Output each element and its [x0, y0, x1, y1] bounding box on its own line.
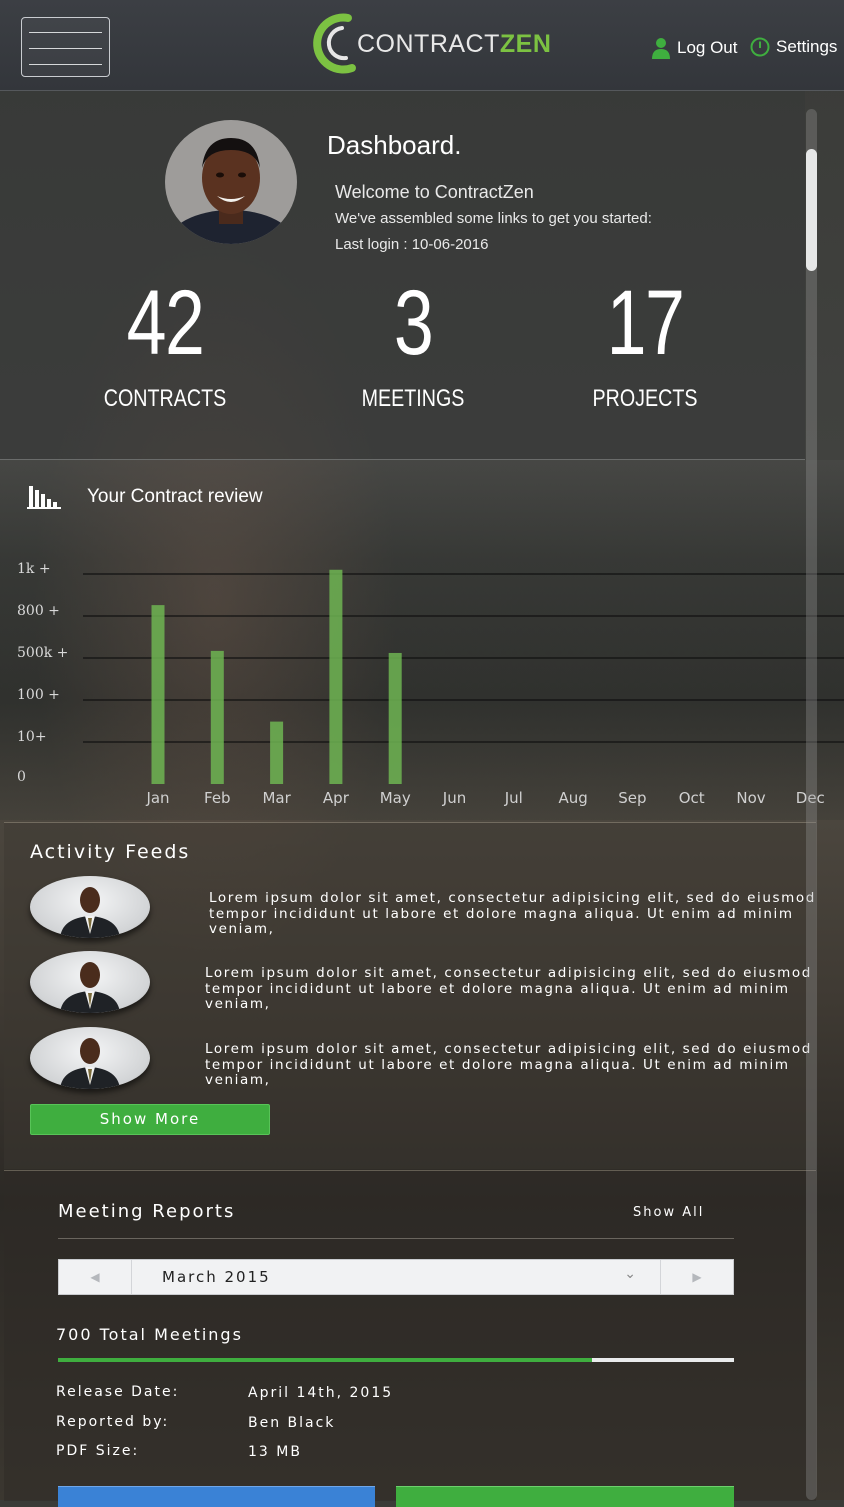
chart-bar[interactable] [270, 721, 284, 784]
meeting-reports-title: Meeting Reports [58, 1201, 236, 1222]
user-icon [652, 38, 670, 59]
stat-projects-label: PROJECTS [592, 385, 698, 412]
feed-text: Lorem ipsum dolor sit amet, consectetur … [209, 890, 816, 937]
activity-feed-item[interactable]: Lorem ipsum dolor sit amet, consectetur … [4, 876, 816, 942]
logo-wordmark: CONTRACTZEN [357, 30, 552, 58]
app-header: CONTRACTZEN Log Out Settings [0, 0, 844, 91]
chevron-down-icon: ⌄ [624, 1266, 636, 1282]
stat-contracts-value: 42 [126, 272, 205, 374]
activity-feed-item[interactable]: Lorem ipsum dolor sit amet, consectetur … [4, 951, 816, 1017]
feed-avatar [30, 951, 150, 1013]
pdf-size-value: 13 MB [248, 1444, 302, 1460]
dashboard-title: Dashboard. [327, 130, 462, 160]
x-tick-label: Feb [204, 789, 231, 807]
x-tick-label: Apr [323, 789, 350, 807]
x-tick-label: Mar [262, 789, 291, 807]
stat-meetings-label: MEETINGS [361, 385, 465, 412]
stat-contracts[interactable]: 42 CONTRACTS [80, 277, 250, 413]
last-login-text: Last login : 10-06-2016 [335, 236, 489, 253]
stat-meetings[interactable]: 3 MEETINGS [328, 277, 498, 413]
meeting-reports-panel: Meeting Reports Show All ◀ March 2015 ⌄ … [4, 1170, 816, 1507]
chart-bar[interactable] [329, 569, 343, 784]
triangle-left-icon: ◀ [90, 1270, 100, 1284]
x-tick-label: Aug [558, 789, 587, 807]
activity-feed-item[interactable]: Lorem ipsum dolor sit amet, consectetur … [4, 1027, 816, 1093]
feed-avatar [30, 876, 150, 938]
scrollbar-track[interactable] [806, 109, 817, 1500]
chart-bar[interactable] [210, 650, 224, 784]
bar-chart-icon [27, 486, 61, 509]
settings-label: Settings [776, 37, 838, 56]
hamburger-menu-button[interactable] [21, 17, 110, 77]
feed-avatar [30, 1027, 150, 1089]
y-tick-label: 100 + [17, 687, 60, 703]
activity-feeds-panel: Activity Feeds Lorem ipsum dolor sit ame… [4, 822, 816, 1169]
dashboard-panel: Dashboard. Welcome to ContractZen We've … [0, 91, 805, 460]
show-more-button[interactable]: Show More [30, 1104, 270, 1135]
total-meetings-text: 700 Total Meetings [56, 1325, 243, 1344]
reported-by-label: Reported by: [56, 1414, 170, 1430]
triangle-right-icon: ▶ [692, 1270, 702, 1284]
power-icon [750, 37, 770, 57]
y-tick-label: 1k + [17, 561, 51, 577]
logout-link[interactable]: Log Out [651, 37, 738, 59]
welcome-text: Welcome to ContractZen [335, 182, 534, 202]
chart-title: Your Contract review [87, 486, 263, 507]
show-all-link[interactable]: Show All [633, 1205, 704, 1220]
profile-avatar [165, 120, 297, 244]
next-month-button[interactable]: ▶ [661, 1260, 733, 1294]
stat-contracts-label: CONTRACTS [103, 385, 227, 412]
stat-meetings-value: 3 [393, 272, 434, 374]
welcome-subtitle: We've assembled some links to get you st… [335, 210, 652, 227]
month-selector: ◀ March 2015 ⌄ ▶ [58, 1259, 734, 1295]
stat-projects[interactable]: 17 PROJECTS [560, 277, 730, 413]
meetings-progress-bar [58, 1358, 734, 1362]
chart-bar[interactable] [388, 652, 402, 784]
chart-bar[interactable] [151, 605, 165, 784]
logout-label: Log Out [677, 38, 738, 57]
feed-text: Lorem ipsum dolor sit amet, consectetur … [205, 1041, 812, 1088]
contract-review-chart: 1k + 800 + 500k + 100 + 10+ 0 Jan Feb Mar Apr May J… [17, 561, 844, 807]
contractzen-logo: CONTRACTZEN [312, 10, 551, 76]
logo-c-icon [313, 13, 356, 74]
x-tick-label: Jun [442, 789, 466, 807]
chat-button[interactable] [58, 1486, 375, 1507]
y-tick-label: 800 + [17, 603, 60, 619]
x-tick-label: May [380, 789, 411, 807]
y-tick-label: 500k + [17, 645, 68, 661]
x-tick-label: Oct [679, 789, 705, 807]
scrollbar-thumb[interactable] [806, 149, 817, 271]
month-value: March 2015 [162, 1268, 271, 1286]
x-tick-label: Jul [504, 789, 523, 807]
stat-projects-value: 17 [606, 272, 685, 374]
release-date-value: April 14th, 2015 [248, 1385, 394, 1401]
contract-review-chart-section: 1k + 800 + 500k + 100 + 10+ 0 Jan Feb Mar Apr May J… [0, 460, 844, 820]
x-tick-label: Sep [618, 789, 646, 807]
reported-by-value: Ben Black [248, 1415, 336, 1431]
settings-link[interactable]: Settings [750, 37, 837, 57]
month-dropdown[interactable]: March 2015 ⌄ [131, 1260, 661, 1294]
feed-text: Lorem ipsum dolor sit amet, consectetur … [205, 965, 812, 1012]
pdf-size-label: PDF Size: [56, 1443, 140, 1459]
x-tick-label: Jan [145, 789, 169, 807]
x-tick-label: Nov [736, 789, 765, 807]
divider [58, 1238, 734, 1239]
y-tick-label: 10+ [17, 729, 47, 745]
progress-fill [58, 1358, 593, 1362]
activity-feeds-title: Activity Feeds [30, 841, 191, 863]
release-date-label: Release Date: [56, 1384, 180, 1400]
download-report-button[interactable] [396, 1486, 734, 1507]
y-tick-label: 0 [17, 769, 26, 785]
prev-month-button[interactable]: ◀ [59, 1260, 131, 1294]
